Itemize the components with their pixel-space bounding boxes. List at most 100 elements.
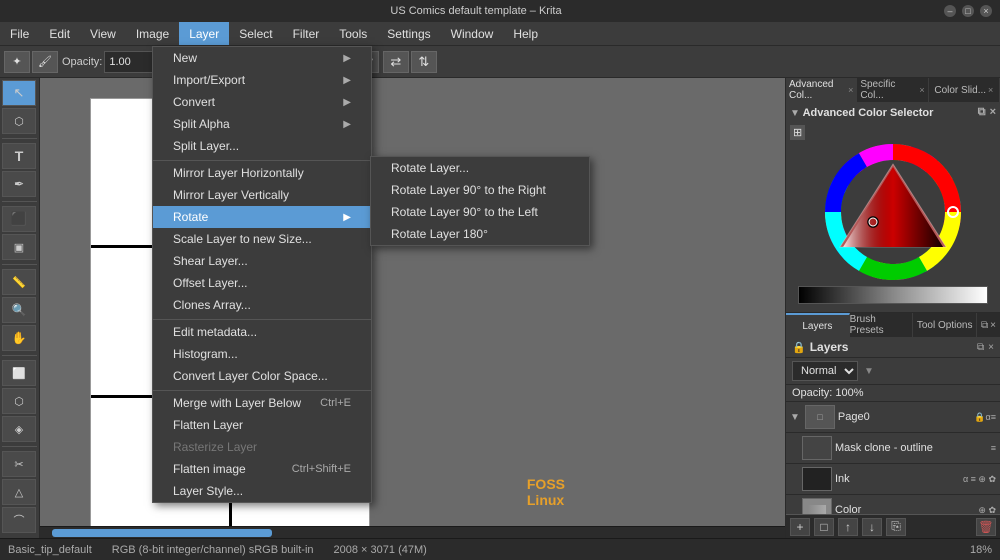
menu-rasterize: Rasterize Layer xyxy=(153,436,371,458)
layer-group-btn[interactable]: □ xyxy=(814,518,834,536)
menu-window[interactable]: Window xyxy=(441,22,504,45)
menu-settings[interactable]: Settings xyxy=(377,22,440,45)
layer-move-up-btn[interactable]: ↑ xyxy=(838,518,858,536)
status-bar: Basic_tip_default RGB (8-bit integer/cha… xyxy=(0,538,1000,560)
menu-split-layer[interactable]: Split Layer... xyxy=(153,135,371,157)
menu-help[interactable]: Help xyxy=(503,22,548,45)
menu-merge-below[interactable]: Merge with Layer BelowCtrl+E xyxy=(153,390,371,414)
tool-text[interactable]: T xyxy=(2,143,36,169)
layer-copy-btn[interactable]: ⎘ xyxy=(886,518,906,536)
layer-delete-btn[interactable]: 🗑 xyxy=(976,518,996,536)
menu-mirror-v[interactable]: Mirror Layer Vertically xyxy=(153,184,371,206)
color-gradient-bar[interactable] xyxy=(798,286,988,304)
tab-layers[interactable]: Layers xyxy=(786,313,850,337)
mirror-h-btn[interactable]: ⇄ xyxy=(383,51,409,73)
layer-mask-clone[interactable]: Mask clone - outline ≡ xyxy=(786,433,1000,464)
menu-edit[interactable]: Edit xyxy=(39,22,80,45)
menu-flatten-image[interactable]: Flatten imageCtrl+Shift+E xyxy=(153,458,371,480)
layer-icon-page0: 🔒α≡ xyxy=(974,412,996,423)
layer-name-mask-clone: Mask clone - outline xyxy=(835,442,988,454)
tool-select-contiguous[interactable]: ◈ xyxy=(2,416,36,442)
tool-brush[interactable]: 🖌 xyxy=(32,51,58,73)
mirror-v-btn[interactable]: ⇅ xyxy=(411,51,437,73)
menu-split-alpha[interactable]: Split Alpha▶ xyxy=(153,113,371,135)
opacity-text: Opacity: 100% xyxy=(792,387,864,399)
menu-flatten-layer[interactable]: Flatten Layer xyxy=(153,414,371,436)
tool-shape[interactable]: △ xyxy=(2,479,36,505)
tool-fill[interactable]: ⬛ xyxy=(2,206,36,232)
tool-calligraphy[interactable]: ✒ xyxy=(2,171,36,197)
layer-icon-color: ⊕ ✿ xyxy=(978,505,996,515)
layers-header: 🔒 Layers ⧉ × xyxy=(786,337,1000,358)
color-wheel-close[interactable]: × xyxy=(990,106,996,119)
menu-clones[interactable]: Clones Array... xyxy=(153,294,371,316)
menu-new[interactable]: New▶ xyxy=(153,47,371,69)
tool-arrow[interactable]: ↖ xyxy=(2,80,36,106)
menu-tools[interactable]: Tools xyxy=(329,22,377,45)
tab-advanced-color[interactable]: Advanced Col... × xyxy=(786,78,857,102)
menu-select[interactable]: Select xyxy=(229,22,282,45)
tab-brush-presets[interactable]: Brush Presets xyxy=(850,313,914,337)
menu-import-export[interactable]: Import/Export▶ xyxy=(153,69,371,91)
tab-color-slides[interactable]: Color Slid... × xyxy=(929,78,1000,102)
close-color-slides[interactable]: × xyxy=(988,85,993,95)
tool-transform[interactable]: ⬡ xyxy=(2,108,36,134)
tool-path[interactable]: ⌒ xyxy=(2,507,36,533)
color-wheel-svg[interactable] xyxy=(798,142,988,282)
mirror-group: ⇄ ⇅ xyxy=(383,51,437,73)
layer-add-btn[interactable]: + xyxy=(790,518,810,536)
layer-icon-ink: α ≡ ⊕ ✿ xyxy=(963,474,996,485)
menu-filter[interactable]: Filter xyxy=(283,22,330,45)
tool-zoom[interactable]: 🔍 xyxy=(2,297,36,323)
tool-crop[interactable]: ✂ xyxy=(2,451,36,477)
blend-mode-select[interactable]: Normal xyxy=(792,361,858,381)
tool-select-free[interactable]: ⬡ xyxy=(2,388,36,414)
minimize-button[interactable]: – xyxy=(944,5,956,17)
menu-scale[interactable]: Scale Layer to new Size... xyxy=(153,228,371,250)
color-grid-icon[interactable]: ⊞ xyxy=(790,125,805,140)
layers-float-icon[interactable]: ⧉ xyxy=(977,342,984,353)
menu-histogram[interactable]: Histogram... xyxy=(153,343,371,365)
menu-file[interactable]: File xyxy=(0,22,39,45)
menu-layer-style[interactable]: Layer Style... xyxy=(153,480,371,502)
menu-bar: File Edit View Image Layer Select Filter… xyxy=(0,22,1000,46)
h-scroll-thumb[interactable] xyxy=(52,529,272,537)
menu-view[interactable]: View xyxy=(80,22,126,45)
tool-selector[interactable]: ✦ xyxy=(4,51,30,73)
menu-rotate[interactable]: Rotate▶ xyxy=(153,206,371,228)
layer-color[interactable]: Color ⊕ ✿ xyxy=(786,495,1000,514)
menu-convert-color-space[interactable]: Convert Layer Color Space... xyxy=(153,365,371,387)
close-specific-color[interactable]: × xyxy=(919,85,924,95)
maximize-button[interactable]: □ xyxy=(962,5,974,17)
foss-watermark: FOSSLinux xyxy=(527,476,565,508)
close-advanced-color[interactable]: × xyxy=(848,85,853,95)
rotate-180[interactable]: Rotate Layer 180° xyxy=(371,223,589,245)
tab-tool-options[interactable]: Tool Options xyxy=(913,313,977,337)
menu-edit-metadata[interactable]: Edit metadata... xyxy=(153,319,371,343)
tool-pan[interactable]: ✋ xyxy=(2,325,36,351)
rotate-90-left[interactable]: Rotate Layer 90° to the Left xyxy=(371,201,589,223)
horizontal-scrollbar[interactable] xyxy=(40,526,785,538)
rotate-layer[interactable]: Rotate Layer... xyxy=(371,157,589,179)
close-button[interactable]: × xyxy=(980,5,992,17)
menu-image[interactable]: Image xyxy=(126,22,179,45)
title-bar: US Comics default template – Krita – □ × xyxy=(0,0,1000,22)
menu-shear[interactable]: Shear Layer... xyxy=(153,250,371,272)
layers-close-icon[interactable]: × xyxy=(988,342,994,353)
menu-mirror-h[interactable]: Mirror Layer Horizontally xyxy=(153,160,371,184)
menu-convert[interactable]: Convert▶ xyxy=(153,91,371,113)
rotate-90-right[interactable]: Rotate Layer 90° to the Right xyxy=(371,179,589,201)
layer-page0[interactable]: ▼ □ Page0 🔒α≡ xyxy=(786,402,1000,433)
tool-gradient[interactable]: ▣ xyxy=(2,234,36,260)
tab-specific-color[interactable]: Specific Col... × xyxy=(857,78,928,102)
color-wheel-float[interactable]: ⧉ xyxy=(978,106,986,119)
tool-select-rect[interactable]: ⬜ xyxy=(2,360,36,386)
menu-offset[interactable]: Offset Layer... xyxy=(153,272,371,294)
layer-ink[interactable]: Ink α ≡ ⊕ ✿ xyxy=(786,464,1000,495)
layers-float-btn[interactable]: ⧉ xyxy=(981,320,988,331)
layer-move-down-btn[interactable]: ↓ xyxy=(862,518,882,536)
menu-layer[interactable]: Layer xyxy=(179,22,229,45)
tool-measure[interactable]: 📏 xyxy=(2,269,36,295)
blend-mode-arrow: ▼ xyxy=(864,366,874,377)
layers-close-btn[interactable]: × xyxy=(990,320,996,331)
